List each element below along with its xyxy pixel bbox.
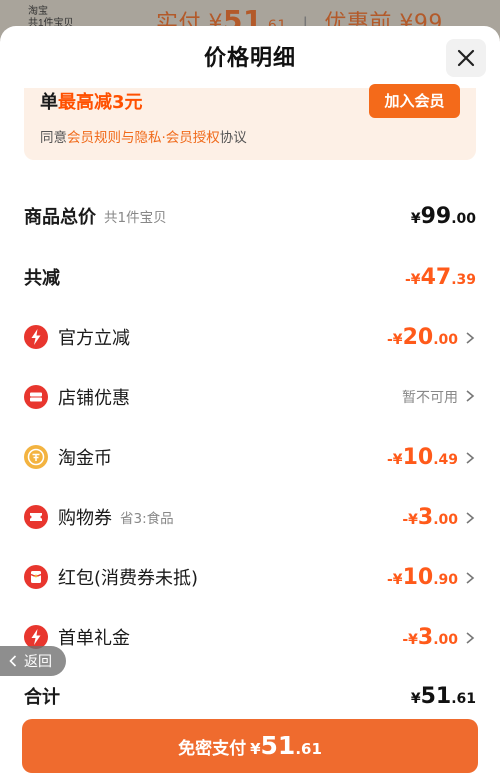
chevron-left-icon bbox=[9, 655, 17, 667]
first-order-gift-row[interactable]: 首单礼金 -¥3.00 bbox=[24, 619, 476, 655]
sheet-title: 价格明细 bbox=[203, 46, 296, 71]
chevron-right-icon bbox=[466, 571, 475, 584]
promo-text: 单最高减3元 bbox=[40, 92, 143, 113]
red-packet-row[interactable]: 红包(消费券未抵) -¥10.90 bbox=[24, 559, 476, 595]
shopping-voucher-label: 购物券 bbox=[58, 508, 112, 529]
ticket-icon bbox=[24, 505, 48, 529]
shop-discount-status: 暂不可用 bbox=[402, 390, 458, 406]
grand-total-row: 合计 ¥51.61 bbox=[24, 678, 476, 714]
member-agreement-link[interactable]: 会员规则与隐私·会员授权 bbox=[67, 130, 220, 146]
join-member-button[interactable]: 加入会员 bbox=[369, 84, 460, 118]
close-icon bbox=[457, 49, 475, 67]
red-packet-label: 红包(消费券未抵) bbox=[58, 568, 199, 589]
chevron-right-icon bbox=[466, 390, 475, 402]
price-detail-sheet: 价格明细 单最高减3元 加入会员 同意会员规则与隐私·会员授权协议 商品总价 共… bbox=[0, 26, 500, 777]
red-packet-icon bbox=[24, 565, 48, 589]
goods-count: 共1件宝贝 bbox=[104, 210, 167, 226]
official-discount-amount: -¥20.00 bbox=[387, 324, 458, 350]
grand-total-amount: ¥51.61 bbox=[410, 683, 476, 709]
shopping-voucher-amount: -¥3.00 bbox=[402, 504, 458, 530]
shop-discount-label: 店铺优惠 bbox=[58, 388, 130, 409]
chevron-right-icon bbox=[466, 331, 475, 344]
shop-discount-row[interactable]: 店铺优惠 暂不可用 bbox=[24, 379, 476, 415]
chevron-right-icon bbox=[466, 631, 475, 644]
goods-total-row: 商品总价 共1件宝贝 ¥99.00 bbox=[24, 198, 476, 234]
coin-amount: -¥10.49 bbox=[387, 444, 458, 470]
coin-label: 淘金币 bbox=[58, 448, 112, 469]
first-order-gift-amount: -¥3.00 bbox=[402, 624, 458, 650]
sheet-header: 价格明细 bbox=[0, 26, 500, 88]
first-order-gift-label: 首单礼金 bbox=[58, 628, 130, 649]
goods-total-label: 商品总价 bbox=[24, 207, 96, 228]
coin-icon bbox=[24, 445, 48, 469]
back-button[interactable]: 返回 bbox=[0, 646, 66, 676]
red-packet-amount: -¥10.90 bbox=[387, 564, 458, 590]
chevron-right-icon bbox=[466, 451, 475, 464]
total-reduction-amount: -¥47.39 bbox=[405, 264, 476, 290]
member-promo-card: 单最高减3元 加入会员 同意会员规则与隐私·会员授权协议 bbox=[24, 84, 476, 160]
chevron-right-icon bbox=[466, 511, 475, 524]
total-reduction-row: 共减 -¥47.39 bbox=[24, 259, 476, 295]
shopping-voucher-row[interactable]: 购物券 省3:食品 -¥3.00 bbox=[24, 499, 476, 535]
member-agreement: 同意会员规则与隐私·会员授权协议 bbox=[40, 130, 247, 146]
grand-total-label: 合计 bbox=[24, 687, 60, 708]
goods-total-amount: ¥99.00 bbox=[410, 203, 476, 229]
lightning-icon bbox=[24, 325, 48, 349]
back-label: 返回 bbox=[24, 654, 52, 670]
shopping-voucher-note: 省3:食品 bbox=[120, 511, 174, 527]
total-reduction-label: 共减 bbox=[24, 268, 60, 289]
close-button[interactable] bbox=[446, 39, 486, 77]
password-free-pay-button[interactable]: 免密支付 ¥51.61 bbox=[22, 719, 478, 773]
official-discount-label: 官方立减 bbox=[58, 328, 130, 349]
coin-row[interactable]: 淘金币 -¥10.49 bbox=[24, 439, 476, 475]
official-discount-row[interactable]: 官方立减 -¥20.00 bbox=[24, 319, 476, 355]
shop-coupon-icon bbox=[24, 385, 48, 409]
